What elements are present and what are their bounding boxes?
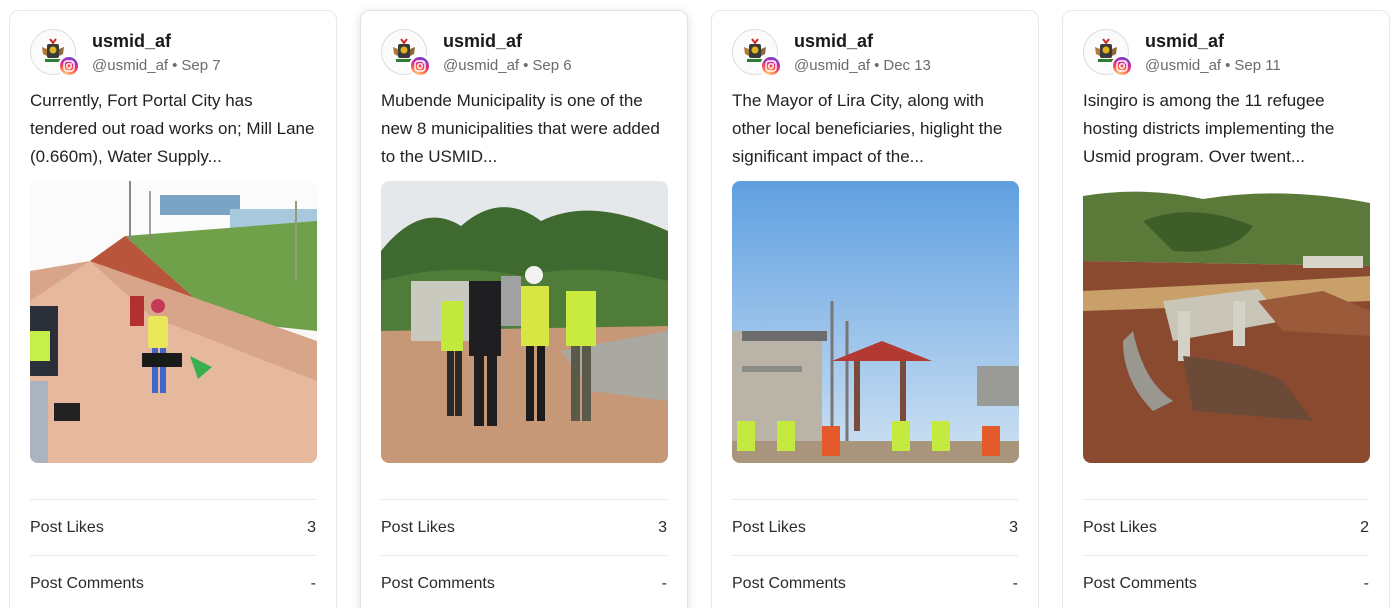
post-stats: Post Likes 3 Post Comments - (381, 499, 667, 608)
likes-row: Post Likes 3 (732, 499, 1018, 555)
post-header: usmid_af @usmid_af • Sep 6 (381, 27, 667, 79)
comments-row: Post Comments - (381, 555, 667, 608)
handle: @usmid_af (92, 56, 169, 74)
comments-label: Post Comments (732, 574, 846, 592)
post-text[interactable]: Isingiro is among the 11 refugee hosting… (1083, 87, 1369, 171)
handle: @usmid_af (1145, 56, 1222, 74)
post-card[interactable]: usmid_af @usmid_af • Sep 11 Isingiro is am… (1062, 10, 1390, 608)
comments-count: - (310, 574, 316, 592)
post-text[interactable]: Currently, Fort Portal City has tendered… (30, 87, 316, 171)
likes-label: Post Likes (732, 518, 806, 536)
likes-count: 2 (1360, 518, 1369, 536)
likes-label: Post Likes (381, 518, 455, 536)
post-image[interactable] (30, 181, 317, 463)
likes-row: Post Likes 2 (1083, 499, 1369, 555)
likes-label: Post Likes (1083, 518, 1157, 536)
likes-row: Post Likes 3 (381, 499, 667, 555)
post-date: Dec 13 (883, 56, 931, 74)
instagram-icon (1111, 55, 1133, 77)
handle: @usmid_af (443, 56, 520, 74)
comments-count: - (661, 574, 667, 592)
post-date: Sep 7 (181, 56, 221, 74)
instagram-icon (760, 55, 782, 77)
comments-label: Post Comments (30, 574, 144, 592)
post-text[interactable]: The Mayor of Lira City, along with other… (732, 87, 1018, 171)
post-card[interactable]: usmid_af @usmid_af • Sep 7 Currently, Fort… (9, 10, 337, 608)
separator-dot: • (523, 56, 529, 74)
likes-row: Post Likes 3 (30, 499, 316, 555)
avatar[interactable] (732, 29, 782, 77)
username[interactable]: usmid_af (443, 31, 572, 53)
post-meta: @usmid_af • Sep 11 (1145, 57, 1281, 75)
post-meta: @usmid_af • Sep 6 (443, 57, 572, 75)
comments-count: - (1363, 574, 1369, 592)
post-stats: Post Likes 3 Post Comments - (732, 499, 1018, 608)
likes-count: 3 (307, 518, 316, 536)
post-header: usmid_af @usmid_af • Sep 11 (1083, 27, 1369, 79)
comments-count: - (1012, 574, 1018, 592)
post-text[interactable]: Mubende Municipality is one of the new 8… (381, 87, 667, 171)
instagram-icon (58, 55, 80, 77)
likes-count: 3 (1009, 518, 1018, 536)
comments-row: Post Comments - (30, 555, 316, 608)
separator-dot: • (172, 56, 178, 74)
post-stats: Post Likes 3 Post Comments - (30, 499, 316, 608)
post-meta: @usmid_af • Dec 13 (794, 57, 931, 75)
likes-count: 3 (658, 518, 667, 536)
avatar[interactable] (1083, 29, 1133, 77)
post-image[interactable] (381, 181, 668, 463)
post-stats: Post Likes 2 Post Comments - (1083, 499, 1369, 608)
comments-row: Post Comments - (1083, 555, 1369, 608)
construction-site-photo (732, 181, 1019, 463)
site-visit-photo (381, 181, 668, 463)
comments-label: Post Comments (381, 574, 495, 592)
post-date: Sep 11 (1234, 56, 1281, 74)
username[interactable]: usmid_af (1145, 31, 1281, 53)
likes-label: Post Likes (30, 518, 104, 536)
separator-dot: • (1225, 56, 1231, 74)
post-header: usmid_af @usmid_af • Sep 7 (30, 27, 316, 79)
bridge-construction-photo (1083, 181, 1370, 463)
instagram-icon (409, 55, 431, 77)
avatar[interactable] (381, 29, 431, 77)
handle: @usmid_af (794, 56, 871, 74)
username[interactable]: usmid_af (794, 31, 931, 53)
avatar[interactable] (30, 29, 80, 77)
post-header: usmid_af @usmid_af • Dec 13 (732, 27, 1018, 79)
post-image[interactable] (1083, 181, 1370, 463)
post-meta: @usmid_af • Sep 7 (92, 57, 221, 75)
username[interactable]: usmid_af (92, 31, 221, 53)
road-works-photo (30, 181, 317, 463)
post-date: Sep 6 (532, 56, 572, 74)
separator-dot: • (874, 56, 880, 74)
comments-label: Post Comments (1083, 574, 1197, 592)
post-card[interactable]: usmid_af @usmid_af • Sep 6 Mubende Municip… (360, 10, 688, 608)
post-image[interactable] (732, 181, 1019, 463)
comments-row: Post Comments - (732, 555, 1018, 608)
post-card[interactable]: usmid_af @usmid_af • Dec 13 The Mayor of L… (711, 10, 1039, 608)
